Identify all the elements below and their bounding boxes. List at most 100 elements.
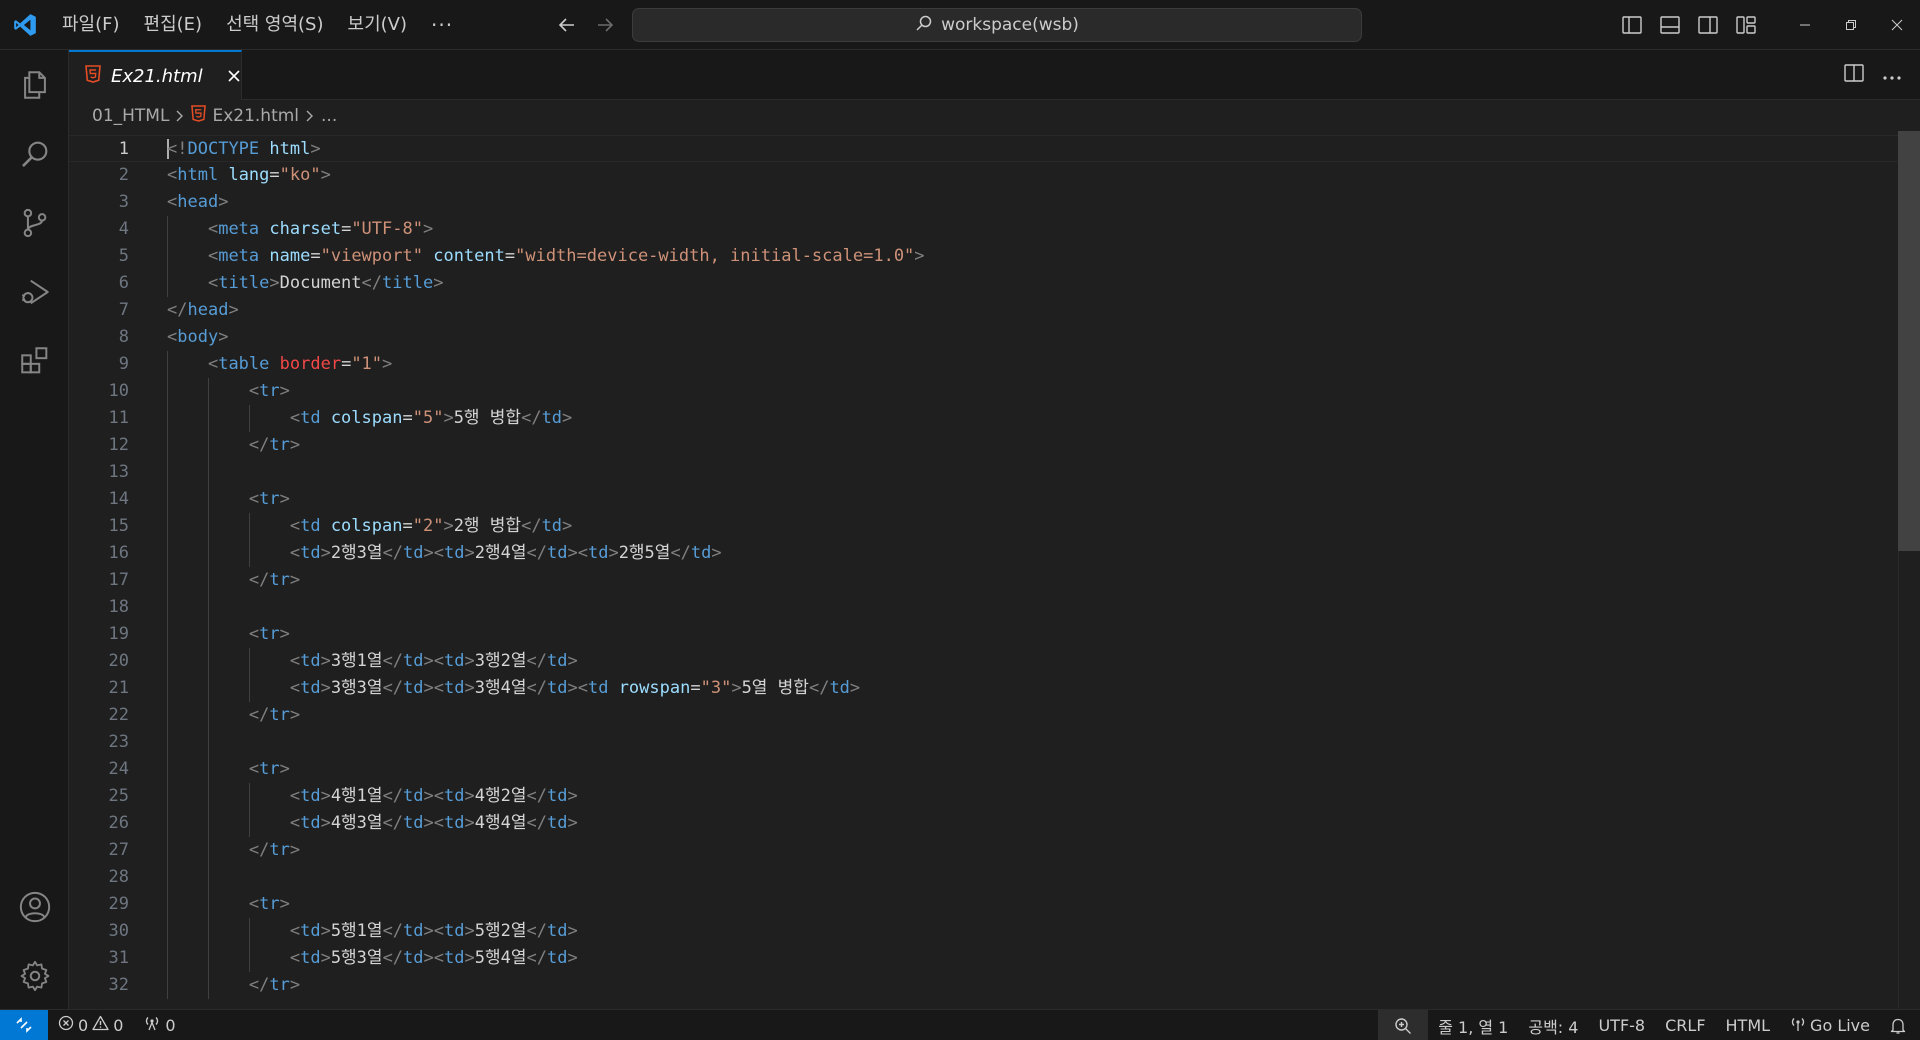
code-line[interactable]: 2 <html lang="ko">	[69, 162, 1899, 189]
code-line[interactable]: 19 <tr>	[69, 621, 1899, 648]
indent-guide	[207, 783, 209, 810]
indent-guide	[207, 918, 209, 945]
indent-guide	[207, 729, 209, 756]
minimize-icon[interactable]	[1782, 0, 1828, 50]
code-line[interactable]: 26 <td>4행3열</td><td>4행4열</td>	[69, 810, 1899, 837]
line-source: <tr>	[248, 489, 290, 509]
line-source: <td>3행3열</td><td>3행4열</td><td rowspan="3…	[289, 678, 861, 698]
line-number: 18	[108, 597, 129, 617]
code-line[interactable]: 10 <tr>	[69, 378, 1899, 405]
breadcrumb-file-label: Ex21.html	[212, 106, 300, 126]
problems-indicator[interactable]: 0 0	[48, 1010, 133, 1040]
editor-scrollbar-thumb[interactable]	[1898, 131, 1920, 551]
extensions-icon[interactable]	[0, 326, 69, 395]
line-number: 25	[108, 786, 129, 806]
code-line[interactable]: 9 <table border="1">	[69, 351, 1899, 378]
toggle-primary-sidebar-icon[interactable]	[1620, 13, 1644, 37]
code-line[interactable]: 15 <td colspan="2">2행 병합</td>	[69, 513, 1899, 540]
code-line[interactable]: 27 </tr>	[69, 837, 1899, 864]
line-number: 19	[108, 624, 129, 644]
indent-guide	[167, 783, 168, 810]
code-line[interactable]: 12 </tr>	[69, 432, 1899, 459]
indent-guide	[207, 459, 209, 486]
zoom-in-icon[interactable]	[1378, 1010, 1429, 1040]
code-line[interactable]: 3 <head>	[69, 189, 1899, 216]
code-line[interactable]: 20 <td>3행1열</td><td>3행2열</td>	[69, 648, 1899, 675]
code-line[interactable]: 32 </tr>	[69, 972, 1899, 999]
encoding-setting[interactable]: UTF-8	[1588, 1010, 1655, 1040]
go-live-button[interactable]: Go Live	[1780, 1010, 1880, 1040]
code-line[interactable]: 7 </head>	[69, 297, 1899, 324]
breadcrumb-folder[interactable]: 01_HTML	[92, 106, 169, 126]
remote-indicator-icon[interactable]	[0, 1009, 48, 1040]
breadcrumb-symbols[interactable]: ...	[321, 106, 337, 126]
close-icon[interactable]	[227, 66, 241, 86]
menu-view[interactable]: 보기(V)	[336, 0, 419, 50]
search-icon	[915, 14, 933, 37]
code-line[interactable]: 8 <body>	[69, 324, 1899, 351]
code-line[interactable]: 29 <tr>	[69, 891, 1899, 918]
customize-layout-icon[interactable]	[1734, 13, 1758, 37]
restore-icon[interactable]	[1828, 0, 1874, 50]
menu-selection[interactable]: 선택 영역(S)	[214, 0, 335, 50]
code-line[interactable]: 30 <td>5행1열</td><td>5행2열</td>	[69, 918, 1899, 945]
forward-arrow-icon[interactable]	[593, 13, 617, 37]
toggle-secondary-sidebar-icon[interactable]	[1696, 13, 1720, 37]
back-arrow-icon[interactable]	[555, 13, 579, 37]
code-line[interactable]: 1 <!DOCTYPE html>	[69, 135, 1899, 162]
settings-gear-icon[interactable]	[0, 941, 69, 1010]
indent-guide	[207, 675, 209, 702]
search-label: workspace(wsb)	[941, 15, 1079, 35]
code-line[interactable]: 17 </tr>	[69, 567, 1899, 594]
line-source: <tr>	[248, 894, 290, 914]
code-line[interactable]: 22 </tr>	[69, 702, 1899, 729]
line-number: 7	[118, 300, 129, 320]
code-line[interactable]: 18	[69, 594, 1899, 621]
indent-guide	[167, 459, 168, 486]
indent-guide	[248, 945, 250, 972]
menu-file[interactable]: 파일(F)	[50, 0, 132, 50]
split-editor-icon[interactable]	[1844, 64, 1864, 86]
html5-file-icon	[85, 65, 101, 87]
code-line[interactable]: 11 <td colspan="5">5행 병합</td>	[69, 405, 1899, 432]
line-source: </tr>	[248, 705, 301, 725]
close-window-icon[interactable]	[1874, 0, 1920, 50]
tab-ex21-html[interactable]: Ex21.html	[69, 50, 242, 100]
indent-guide	[167, 351, 168, 378]
code-line[interactable]: 23	[69, 729, 1899, 756]
code-editor[interactable]: 1 <!DOCTYPE html> 2 <html lang="ko"> 3 <head>…	[69, 131, 1920, 1009]
code-line[interactable]: 28	[69, 864, 1899, 891]
line-number: 2	[118, 165, 129, 185]
indentation-setting[interactable]: 공백: 4	[1518, 1010, 1588, 1040]
command-center-search[interactable]: workspace(wsb)	[632, 8, 1362, 42]
code-line[interactable]: 16 <td>2행3열</td><td>2행4열</td><td>2행5열</t…	[69, 540, 1899, 567]
code-line[interactable]: 5 <meta name="viewport" content="width=d…	[69, 243, 1899, 270]
code-line[interactable]: 13	[69, 459, 1899, 486]
language-mode[interactable]: HTML	[1716, 1010, 1781, 1040]
code-line[interactable]: 4 <meta charset="UTF-8">	[69, 216, 1899, 243]
search-icon[interactable]	[0, 119, 69, 188]
source-control-icon[interactable]	[0, 188, 69, 257]
accounts-icon[interactable]	[0, 872, 69, 941]
code-line[interactable]: 31 <td>5행3열</td><td>5행4열</td>	[69, 945, 1899, 972]
line-ending-setting[interactable]: CRLF	[1655, 1010, 1715, 1040]
code-line[interactable]: 25 <td>4행1열</td><td>4행2열</td>	[69, 783, 1899, 810]
breadcrumb-file[interactable]: Ex21.html	[191, 105, 299, 127]
explorer-icon[interactable]	[0, 50, 69, 119]
indent-guide	[167, 243, 168, 270]
ports-indicator[interactable]: 0	[133, 1010, 185, 1040]
indent-guide	[207, 891, 209, 918]
indent-guide	[167, 945, 168, 972]
run-debug-icon[interactable]	[0, 257, 69, 326]
line-source: <tr>	[248, 381, 290, 401]
code-line[interactable]: 21 <td>3행3열</td><td>3행4열</td><td rowspan…	[69, 675, 1899, 702]
code-line[interactable]: 24 <tr>	[69, 756, 1899, 783]
menu-edit[interactable]: 편집(E)	[132, 0, 215, 50]
code-line[interactable]: 6 <title>Document</title>	[69, 270, 1899, 297]
menu-more-button[interactable]: ···	[419, 13, 465, 37]
cursor-position[interactable]: 줄 1, 열 1	[1428, 1010, 1518, 1040]
notifications-bell-icon[interactable]	[1880, 1010, 1920, 1040]
more-actions-icon[interactable]	[1882, 66, 1902, 85]
toggle-panel-icon[interactable]	[1658, 13, 1682, 37]
code-line[interactable]: 14 <tr>	[69, 486, 1899, 513]
